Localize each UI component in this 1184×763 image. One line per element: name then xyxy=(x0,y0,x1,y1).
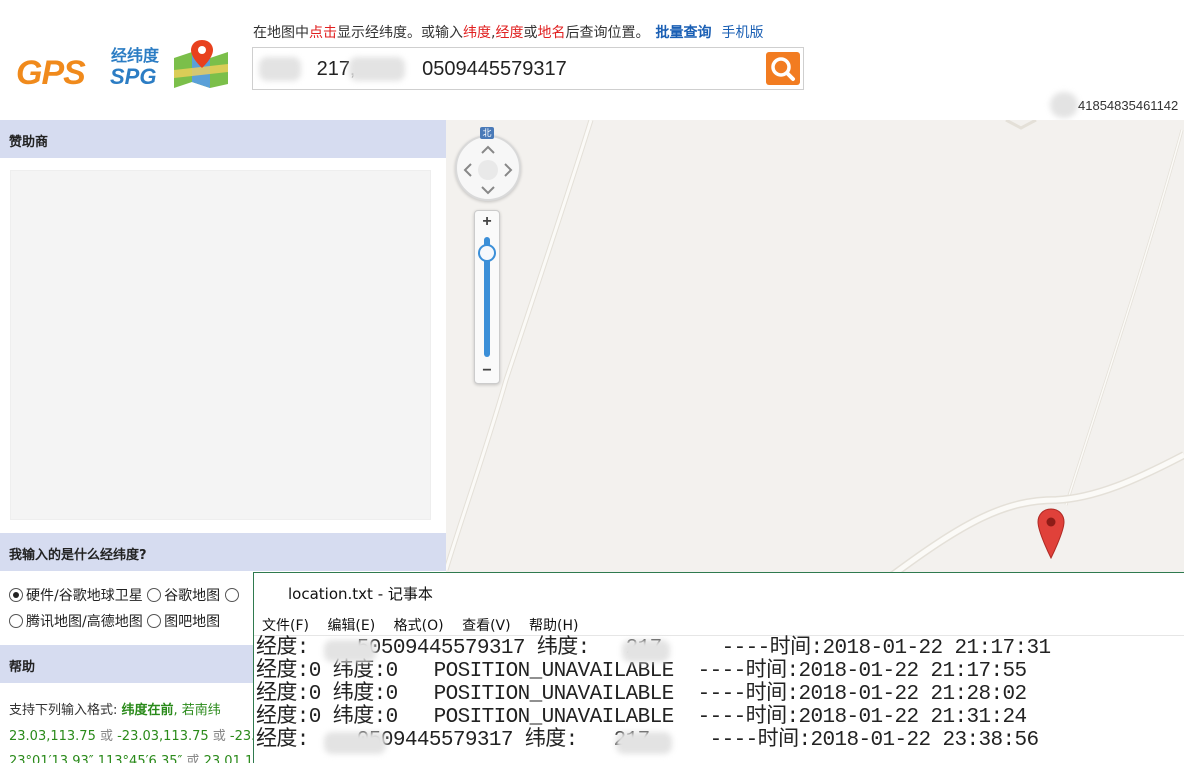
hint-prefix: 在地图中 xyxy=(253,25,309,41)
notepad-title: location.txt - 记事本 xyxy=(254,573,1184,611)
radio-mapbar[interactable]: 图吧地图 xyxy=(147,614,220,630)
redaction-blur xyxy=(1050,92,1078,118)
map-logo-icon xyxy=(174,40,228,88)
logo-gps-text: GPS xyxy=(16,54,86,92)
notepad-menu-bar: 文件(F) 编辑(E) 格式(O) 查看(V) 帮助(H) xyxy=(254,611,1184,635)
north-icon: 北 xyxy=(480,127,494,139)
text-line: 经度: 50509445579317 纬度: 217 ----时间:2018-0… xyxy=(256,637,1051,660)
radio-circle[interactable] xyxy=(9,614,23,628)
notepad-text-area[interactable]: 经度: 50509445579317 纬度: 217 ----时间:2018-0… xyxy=(254,635,1184,763)
hint-click: 点击 xyxy=(309,25,337,41)
hint-lat: 纬度 xyxy=(463,25,491,41)
help-intro: 支持下列输入格式: 纬度在前, 若南纬 xyxy=(9,699,221,718)
example-negative: -23.03,113.75 xyxy=(117,729,209,744)
mobile-version-link[interactable]: 手机版 xyxy=(721,25,763,41)
help-intro-text: 支持下列输入格式: xyxy=(9,703,122,718)
radio-gps-label: 硬件/谷歌地球卫星 xyxy=(26,588,143,604)
radio-row-1: 硬件/谷歌地球卫星 谷歌地图 xyxy=(9,585,242,605)
text-line: 经度:0 纬度:0 POSITION_UNAVAILABLE ----时间:20… xyxy=(256,706,1027,729)
text-line: 经度: 0509445579317 纬度: 217 ----时间:2018-01… xyxy=(256,729,1039,752)
menu-help[interactable]: 帮助(H) xyxy=(529,618,578,634)
radio-mapbar-label: 图吧地图 xyxy=(164,614,221,630)
example-dms: 23°01′13.93″,113°45′6.35″ xyxy=(9,754,183,763)
redaction-blur xyxy=(259,57,301,81)
logo-spg-text: SPG xyxy=(110,64,157,89)
batch-query-link[interactable]: 批量查询 xyxy=(655,25,711,41)
text-line: 经度:0 纬度:0 POSITION_UNAVAILABLE ----时间:20… xyxy=(256,660,1027,683)
menu-format[interactable]: 格式(O) xyxy=(394,618,444,634)
search-button[interactable] xyxy=(766,52,800,85)
example-decimal: 23.03,113.75 xyxy=(9,729,96,744)
site-header: GPS 经纬度 SPG 在地图中点击显示经纬度。或输入纬度,经度或地名后查询位置… xyxy=(0,0,1184,120)
radio-tencent-label: 腾讯地图/高德地图 xyxy=(26,614,143,630)
help-example-1: 23.03,113.75 或 -23.03,113.75 或 -23.0 xyxy=(9,725,264,744)
notepad-window[interactable]: location.txt - 记事本 文件(F) 编辑(E) 格式(O) 查看(… xyxy=(253,572,1184,763)
radio-tencent[interactable]: 腾讯地图/高德地图 xyxy=(9,614,143,630)
radio-row-2: 腾讯地图/高德地图 图吧地图 xyxy=(9,611,220,631)
site-logo[interactable]: GPS 经纬度 SPG xyxy=(14,34,234,94)
redaction-blur xyxy=(616,732,672,754)
instruction-text: 在地图中点击显示经纬度。或输入纬度,经度或地名后查询位置。 批量查询 手机版 xyxy=(253,22,763,42)
zoom-control: + − xyxy=(474,210,500,384)
hint-suffix: 后查询位置。 xyxy=(565,25,650,41)
menu-view[interactable]: 查看(V) xyxy=(462,618,511,634)
radio-google[interactable]: 谷歌地图 xyxy=(147,588,220,604)
search-box xyxy=(252,47,804,90)
map-pin-icon[interactable] xyxy=(1036,508,1066,560)
help-example-2: 23°01′13.93″,113°45′6.35″ 或 23 01 13 xyxy=(9,750,262,763)
search-icon xyxy=(771,57,795,81)
redaction-blur xyxy=(324,732,386,754)
help-lat-first: 纬度在前 xyxy=(121,703,174,718)
sponsor-ad-area xyxy=(10,170,431,520)
zoom-slider-handle[interactable] xyxy=(478,244,496,263)
hint-place: 地名 xyxy=(537,25,566,41)
menu-file[interactable]: 文件(F) xyxy=(262,618,309,634)
radio-circle[interactable] xyxy=(9,588,23,602)
hint-lng: 经度 xyxy=(495,25,524,41)
sponsor-heading: 赞助商 xyxy=(0,120,446,158)
text-line: 经度:0 纬度:0 POSITION_UNAVAILABLE ----时间:20… xyxy=(256,683,1027,706)
coordinate-readout: 41854835461142 xyxy=(1078,98,1179,113)
redaction-blur xyxy=(349,57,405,81)
input-type-heading: 我输入的是什么经纬度? xyxy=(0,533,446,571)
pan-arrows-icon xyxy=(463,145,513,195)
radio-gps[interactable]: 硬件/谷歌地球卫星 xyxy=(9,588,143,604)
example-or: 或 xyxy=(95,729,118,744)
redaction-blur xyxy=(622,640,670,662)
zoom-in-button[interactable]: + xyxy=(475,212,499,232)
zoom-out-button[interactable]: − xyxy=(475,361,499,381)
radio-google-label: 谷歌地图 xyxy=(164,588,221,604)
radio-circle[interactable] xyxy=(147,588,162,602)
redaction-blur xyxy=(324,640,376,662)
help-intro-tail: , 若南纬 xyxy=(173,703,221,718)
example-or: 或 xyxy=(182,754,204,763)
search-input[interactable] xyxy=(261,56,761,82)
hint-or: 或 xyxy=(523,25,538,41)
menu-edit[interactable]: 编辑(E) xyxy=(327,618,375,634)
example-or: 或 xyxy=(208,729,230,744)
hint-mid: 显示经纬度。或输入 xyxy=(337,25,463,41)
map-pan-control[interactable] xyxy=(455,135,521,201)
radio-circle[interactable] xyxy=(147,614,162,628)
logo-cn-text: 经纬度 xyxy=(111,46,160,65)
radio-circle[interactable] xyxy=(224,588,239,602)
